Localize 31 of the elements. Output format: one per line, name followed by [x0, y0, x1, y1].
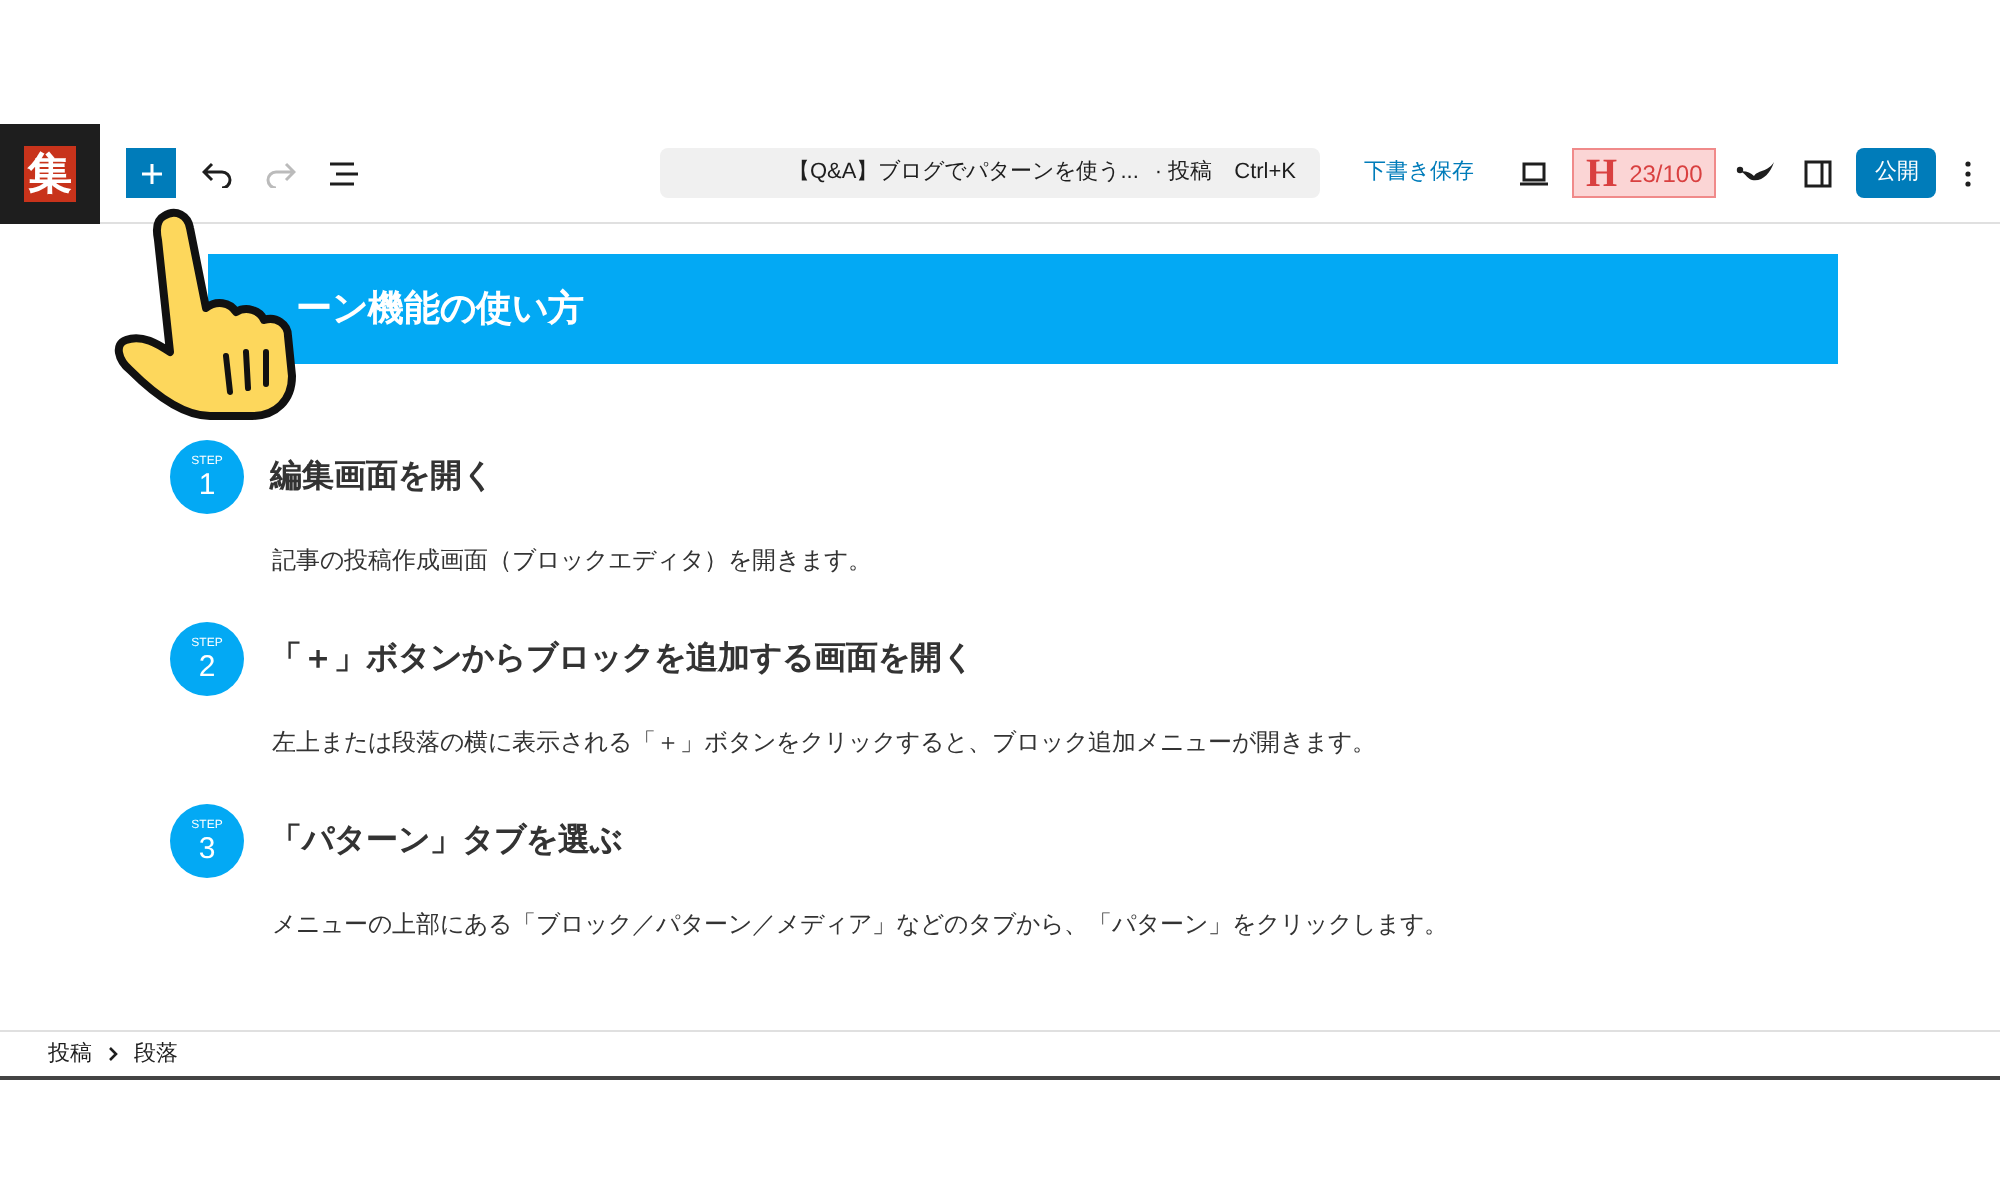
post-type: · 投稿 [1154, 158, 1213, 189]
plus-icon [139, 161, 163, 185]
shortcut-hint: Ctrl+K [1234, 158, 1296, 189]
add-block-button[interactable] [126, 148, 176, 198]
breadcrumb-item[interactable]: 投稿 [48, 1037, 92, 1071]
document-bar[interactable]: 【Q&A】ブログでパターンを使う... · 投稿 Ctrl+K [660, 148, 1320, 198]
step-title: 「＋」ボタンからブロックを追加する画面を開く [270, 638, 974, 679]
score-badge[interactable]: H 23/100 [1572, 148, 1717, 198]
undo-icon[interactable] [202, 159, 234, 187]
laptop-icon[interactable] [1518, 161, 1550, 185]
document-title: 【Q&A】ブログでパターンを使う... [788, 157, 1139, 189]
logo-icon: 集 [24, 145, 76, 201]
section-heading: ーン機能の使い方 [208, 254, 1838, 364]
site-logo[interactable]: 集 [0, 123, 100, 223]
publish-button[interactable]: 公開 [1856, 148, 1937, 198]
step-text: 左上または段落の横に表示される「＋」ボタンをクリックすると、ブロック追加メニューが開きます。 [272, 726, 1378, 760]
step-number: 1 [198, 469, 216, 499]
more-options-icon[interactable] [1964, 159, 1973, 187]
step-title: 編集画面を開く [270, 457, 494, 497]
score-letter: H [1586, 153, 1618, 193]
step-title: 「パターン」タブを選ぶ [270, 820, 622, 861]
save-draft-link[interactable]: 下書き保存 [1364, 156, 1474, 190]
breadcrumb-item[interactable]: 段落 [134, 1037, 178, 1071]
step-text: メニューの上部にある「ブロック／パターン／メディア」などのタブから、「パターン」をクリックします。 [272, 908, 1450, 942]
step-text: 記事の投稿作成画面（ブロックエディタ）を開きます。 [272, 544, 874, 578]
list-view-icon[interactable] [328, 161, 360, 185]
chevron-right-icon [108, 1046, 118, 1062]
sidebar-toggle-icon[interactable] [1804, 159, 1833, 187]
step-number: 2 [198, 651, 216, 681]
score-value: 23/100 [1629, 157, 1703, 191]
step-number: 3 [198, 833, 216, 863]
